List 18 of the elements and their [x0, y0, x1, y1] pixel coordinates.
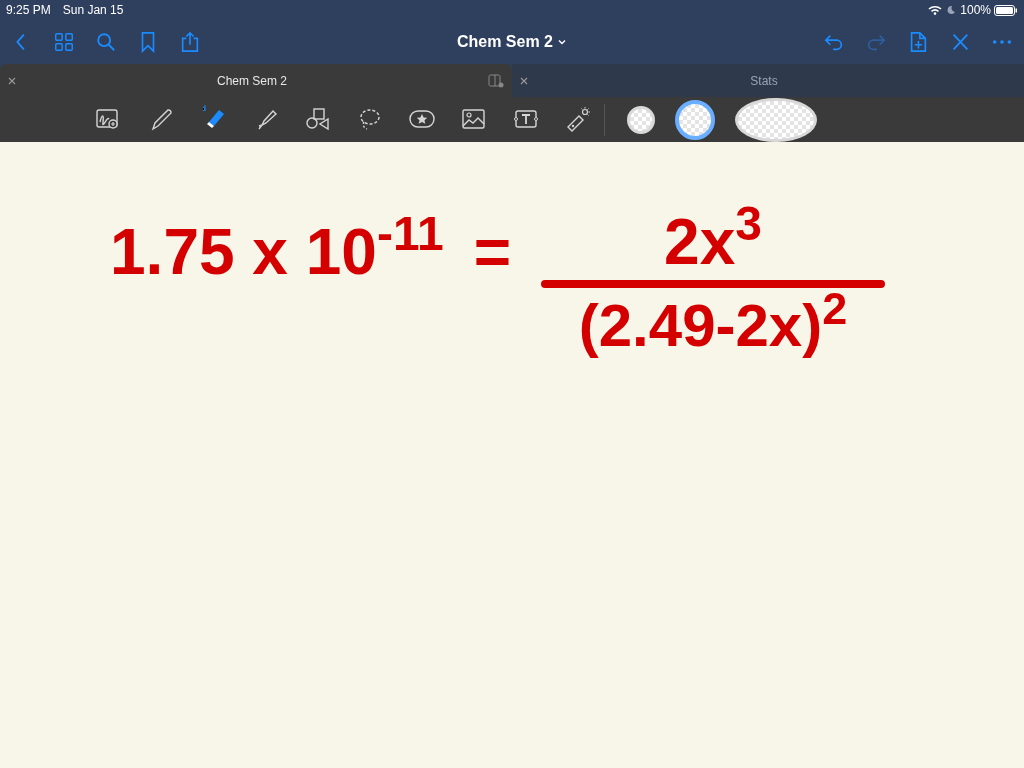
close-icon[interactable] [520, 76, 528, 85]
status-time: 9:25 PM [6, 2, 51, 19]
stroke-size-option[interactable] [675, 99, 715, 140]
stroke-size-option[interactable] [627, 105, 655, 134]
wifi-icon [928, 5, 943, 15]
split-view-icon[interactable] [488, 73, 504, 88]
document-tab[interactable]: Chem Sem 2 [0, 64, 512, 97]
tab-label[interactable]: Stats [528, 71, 1000, 90]
chevron-down-icon[interactable] [557, 37, 567, 47]
handwritten-text: = [473, 220, 511, 284]
battery-icon [994, 4, 1018, 16]
battery-percent: 100% [960, 2, 991, 19]
moon-icon [946, 5, 957, 15]
document-title[interactable]: Chem Sem 2 [456, 30, 553, 54]
document-tab[interactable]: Stats [512, 64, 1024, 97]
close-icon[interactable] [8, 76, 16, 85]
status-date: Sun Jan 15 [62, 2, 124, 19]
tab-label[interactable]: Chem Sem 2 [16, 71, 488, 90]
